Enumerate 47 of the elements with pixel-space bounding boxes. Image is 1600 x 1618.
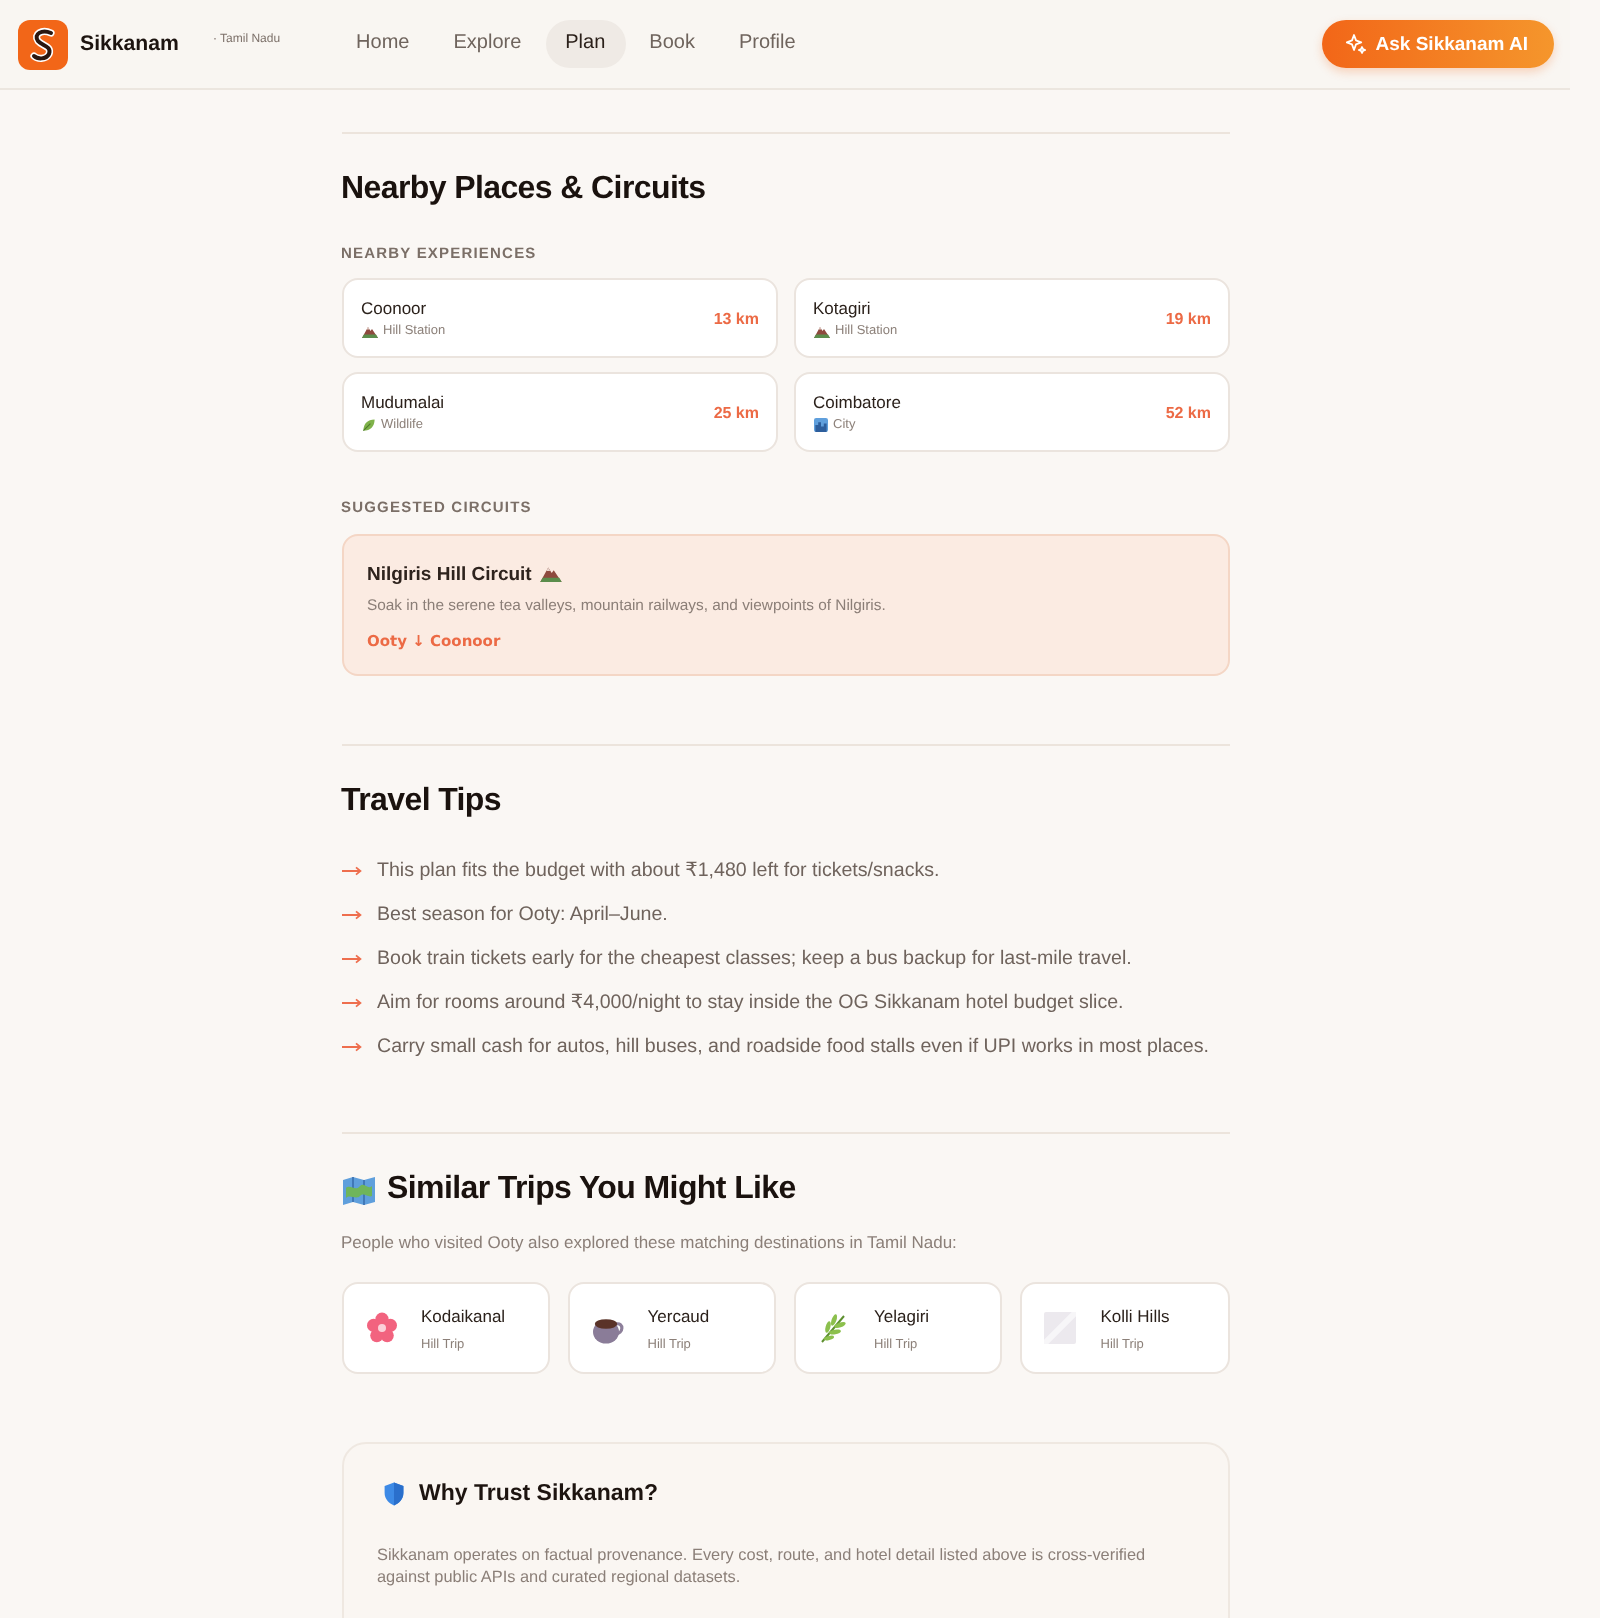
flower-icon xyxy=(365,1312,397,1344)
trip-name: Kolli Hills xyxy=(1100,1305,1170,1325)
nav-tab[interactable]: Home xyxy=(336,20,430,68)
mountain-icon xyxy=(813,325,829,337)
section-title: Nearby Places & Circuits xyxy=(341,170,708,210)
tip-text: Aim for rooms around ₹4,000/night to stay inside the OG Sikkanam hotel budget slice. xyxy=(377,991,1124,1013)
nav-tab[interactable]: Plan xyxy=(545,20,626,68)
circuit-title: Nilgiris Hill Circuit xyxy=(367,563,532,585)
arrow-right-icon xyxy=(341,1041,361,1051)
trip-name: Kodaikanal xyxy=(421,1305,506,1325)
arrow-right-icon xyxy=(341,865,361,875)
trust-text: Sikkanam operates on factual provenance. Every cost, route, and hotel detail listed above is cross-verified against public APIs and curated regional datasets. xyxy=(377,1544,1148,1588)
arrow-right-icon xyxy=(341,909,361,919)
herb-icon xyxy=(818,1312,850,1344)
distance-label: 13 km xyxy=(713,309,759,327)
logo-icon xyxy=(18,19,68,69)
place-name: Coonoor xyxy=(361,298,429,318)
place-name: Coimbatore xyxy=(813,392,901,412)
trip-name: Yercaud xyxy=(647,1305,710,1325)
trust-title: Why Trust Sikkanam? xyxy=(419,1482,659,1506)
arrow-right-icon xyxy=(341,953,361,963)
tip-text: Carry small cash for autos, hill buses, and roadside food stalls even if UPI works in most places. xyxy=(377,1035,1210,1057)
arrow-right-icon xyxy=(341,997,361,1007)
distance-label: 52 km xyxy=(1165,403,1211,421)
mountain-icon xyxy=(361,325,377,337)
cup-icon xyxy=(591,1313,624,1343)
brand-name: Sikkanam xyxy=(80,32,179,56)
mountain-icon xyxy=(539,565,562,583)
nav-tab[interactable]: Explore xyxy=(433,20,542,68)
sparkle-icon xyxy=(1345,34,1366,54)
tip-text: Best season for Ooty: April–June. xyxy=(377,903,668,925)
map-icon xyxy=(341,1175,375,1205)
leaf-icon xyxy=(361,418,375,432)
section-description: People who visited Ooty also explored these matching destinations in Tamil Nadu: xyxy=(341,1230,959,1254)
nav-tab[interactable]: Profile xyxy=(718,20,816,68)
city-icon xyxy=(813,418,827,432)
tip-text: This plan fits the budget with about ₹1,480 left for tickets/snacks. xyxy=(377,859,940,881)
shield-icon xyxy=(383,1482,403,1506)
distance-label: 25 km xyxy=(713,403,759,421)
trip-name: Yelagiri xyxy=(874,1305,930,1325)
place-name: Kotagiri xyxy=(813,298,873,318)
section-title: Similar Trips You Might Like xyxy=(387,1170,796,1210)
place-name: Mudumalai xyxy=(361,392,445,412)
distance-label: 19 km xyxy=(1165,309,1211,327)
section-title: Travel Tips xyxy=(341,782,504,822)
tip-text: Book train tickets early for the cheapest classes; keep a bus backup for last-mile travel. xyxy=(377,947,1132,969)
nav-tab[interactable]: Book xyxy=(629,20,715,68)
